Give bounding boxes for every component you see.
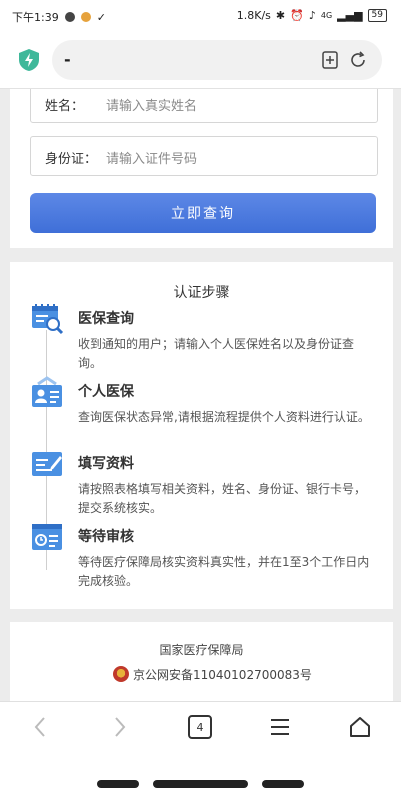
name-input[interactable]: 请输入真实姓名 — [106, 95, 197, 114]
tabs-button[interactable]: 4 — [187, 714, 213, 740]
app-notification-icon — [80, 12, 91, 22]
step-4-desc: 等待医疗保障局核实资料真实性，并在1至3个工作日内完成核验。 — [78, 555, 370, 588]
step-3-title: 填写资料 — [78, 456, 134, 472]
id-card-icon — [32, 376, 62, 407]
gesture-handle-left[interactable] — [97, 780, 139, 788]
security-shield-icon[interactable] — [18, 48, 40, 72]
search-document-icon — [32, 304, 64, 335]
step-4-title: 等待审核 — [78, 529, 134, 545]
gesture-handle-right[interactable] — [262, 780, 304, 788]
step-2-desc: 查询医保状态异常,请根据流程提供个人资料进行认证。 — [78, 410, 370, 424]
forward-icon[interactable] — [107, 714, 133, 740]
police-badge-icon — [113, 666, 129, 682]
step-1-desc: 收到通知的用户；请输入个人医保姓名以及身份证查询。 — [78, 337, 355, 370]
clock-card-icon — [32, 524, 62, 550]
name-label: 姓名： — [45, 99, 85, 114]
footer-org: 国家医疗保障局 — [159, 643, 244, 657]
steps-card: 认证步骤 医保查询 收到通知的用户；请输入个人医保姓名以及身份证查询。 个人医保… — [10, 262, 393, 609]
id-field[interactable]: 身份证： 请输入证件号码 — [30, 136, 378, 176]
bookmark-add-icon[interactable] — [320, 50, 340, 70]
footer-icp[interactable]: 京公网安备11040102700083号 — [133, 666, 312, 683]
status-bar: 下午1:39 ✓ 1.8K/s ✱ ⏰ ♪ 4G ▂▄▆ 59 — [0, 0, 401, 32]
id-label: 身份证： — [45, 152, 98, 167]
step-2-title: 个人医保 — [78, 384, 134, 400]
battery-icon: 59 — [367, 9, 387, 22]
network-speed: 1.8K/s — [236, 9, 271, 22]
step-1-title: 医保查询 — [78, 311, 134, 327]
check-notification-icon: ✓ — [96, 10, 106, 24]
url-text[interactable]: - — [64, 50, 71, 69]
back-icon[interactable] — [27, 714, 53, 740]
home-icon[interactable] — [347, 714, 373, 740]
name-field[interactable]: 姓名： 请输入真实姓名 — [30, 89, 378, 123]
query-form-card: 姓名： 请输入真实姓名 身份证： 请输入证件号码 立即查询 — [10, 89, 393, 248]
tab-count[interactable]: 4 — [188, 715, 212, 739]
menu-icon[interactable] — [267, 714, 293, 740]
mute-icon: ♪ — [308, 9, 316, 22]
id-input[interactable]: 请输入证件号码 — [106, 148, 197, 167]
submit-query-button[interactable]: 立即查询 — [30, 193, 376, 233]
gesture-handle-center[interactable] — [153, 780, 248, 788]
system-gesture-bar — [0, 753, 401, 800]
signal-label: 4G — [320, 11, 333, 20]
step-3-desc: 请按照表格填写相关资料，姓名、身份证、银行卡号，提交系统核实。 — [78, 482, 367, 515]
page-content: 姓名： 请输入真实姓名 身份证： 请输入证件号码 立即查询 认证步骤 医保查询 … — [0, 89, 401, 701]
browser-address-bar: - — [0, 32, 401, 89]
url-field[interactable]: - — [52, 40, 382, 80]
edit-form-icon — [32, 452, 62, 476]
steps-title: 认证步骤 — [173, 285, 230, 301]
refresh-icon[interactable] — [348, 50, 368, 70]
footer-card: 国家医疗保障局 京公网安备11040102700083号 — [10, 622, 393, 701]
signal-icon: ▂▄▆ — [337, 9, 363, 22]
status-time: 下午1:39 — [12, 11, 59, 24]
bluetooth-icon: ✱ — [275, 9, 286, 22]
alarm-icon: ⏰ — [290, 9, 304, 22]
browser-bottom-nav: 4 — [0, 701, 401, 754]
shield-status-icon — [64, 12, 75, 22]
